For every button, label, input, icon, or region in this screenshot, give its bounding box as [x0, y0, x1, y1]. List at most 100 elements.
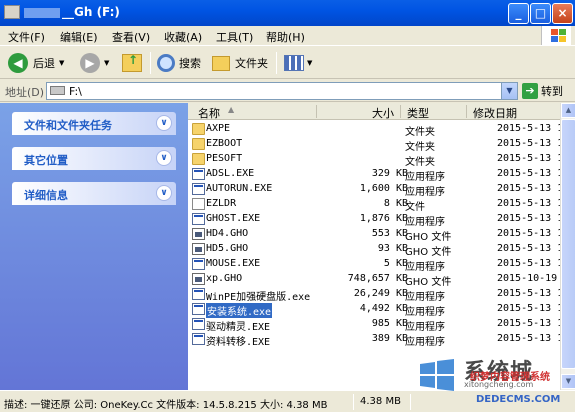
drive-icon: [4, 5, 20, 19]
file-row[interactable]: MOUSE.EXE5 KB应用程序2015-5-13 13:40: [188, 257, 575, 273]
chevron-down-icon: ▼: [104, 59, 110, 67]
gho-icon: [192, 273, 205, 285]
exe-icon: [192, 333, 205, 345]
file-name: 资料转移.EXE: [206, 337, 271, 348]
menu-file[interactable]: 文件(F): [8, 29, 45, 45]
file-row[interactable]: HD4.GHO553 KBGHO 文件2015-5-13 13:40: [188, 227, 575, 243]
file-type: 应用程序: [405, 337, 445, 348]
search-button[interactable]: 搜索: [157, 51, 201, 75]
toolbar-separator: [150, 52, 151, 74]
chevron-expand-icon[interactable]: ∨: [156, 115, 172, 131]
status-divider: [410, 394, 411, 410]
sort-arrow-icon: ▲: [228, 105, 235, 114]
close-button[interactable]: ×: [552, 3, 573, 24]
search-icon: [157, 54, 175, 72]
address-label: 地址(D): [5, 86, 45, 99]
go-button[interactable]: ➔ 转到: [522, 82, 563, 100]
menu-bar: 文件(F) 编辑(E) 查看(V) 收藏(A) 工具(T) 帮助(H): [0, 26, 575, 46]
file-size: 4,492 KB: [359, 303, 408, 314]
file-type: 应用程序: [405, 322, 445, 333]
vertical-scrollbar[interactable]: ▲ ▼: [560, 103, 575, 390]
column-divider[interactable]: [316, 105, 317, 118]
file-size: 8 KB: [383, 198, 408, 209]
minimize-button[interactable]: _: [508, 3, 529, 24]
file-row[interactable]: PESOFT文件夹2015-5-13 13:40: [188, 152, 575, 168]
file-type: 文件夹: [405, 127, 435, 138]
file-row[interactable]: GHOST.EXE1,876 KB应用程序2015-5-13 13:40: [188, 212, 575, 228]
file-row[interactable]: 安装系统.exe4,492 KB应用程序2015-5-13 13:40: [188, 302, 575, 318]
back-label: 后退: [33, 57, 55, 70]
column-divider[interactable]: [466, 105, 467, 118]
column-header: 名称 ▲ 大小 类型 修改日期: [188, 103, 560, 120]
column-type[interactable]: 类型: [407, 105, 429, 121]
folders-label: 文件夹: [235, 57, 268, 70]
file-list[interactable]: 名称 ▲ 大小 类型 修改日期 AXPE文件夹2015-5-13 13:40EZ…: [188, 103, 575, 390]
column-size[interactable]: 大小: [372, 105, 394, 121]
views-button[interactable]: ▼: [284, 51, 312, 75]
maximize-button[interactable]: □: [530, 3, 551, 24]
exe-icon: [192, 258, 205, 270]
file-row[interactable]: 资料转移.EXE389 KB应用程序2015-5-13 13:40: [188, 332, 575, 348]
address-bar: 地址(D) F:\ ▼ ➔ 转到: [0, 80, 575, 102]
file-size: 5 KB: [383, 258, 408, 269]
explorer-window: __Gh (F:) _ □ × 文件(F) 编辑(E) 查看(V) 收藏(A) …: [0, 0, 575, 412]
file-row[interactable]: EZBOOT文件夹2015-5-13 13:40: [188, 137, 575, 153]
gho-icon: [192, 243, 205, 255]
gho-icon: [192, 228, 205, 240]
windows-logo-icon: [541, 26, 571, 45]
file-icon: [192, 198, 205, 210]
go-label: 转到: [541, 85, 563, 98]
forward-button[interactable]: ▶ ▼: [80, 51, 109, 75]
column-name[interactable]: 名称: [198, 105, 220, 121]
task-details[interactable]: 详细信息 ∨: [12, 182, 176, 205]
window-title: __Gh (F:): [24, 5, 120, 19]
column-date[interactable]: 修改日期: [473, 105, 517, 121]
menu-favorites[interactable]: 收藏(A): [164, 29, 202, 45]
file-name: 安装系统.exe: [206, 303, 273, 318]
file-row[interactable]: HD5.GHO93 KBGHO 文件2015-5-13 13:40: [188, 242, 575, 258]
column-divider[interactable]: [400, 105, 401, 118]
file-size: 329 KB: [371, 168, 408, 179]
up-folder-button[interactable]: ↑: [122, 51, 142, 75]
scroll-up-button[interactable]: ▲: [561, 103, 575, 118]
chevron-down-icon: ▼: [59, 59, 65, 67]
file-row[interactable]: ADSL.EXE329 KB应用程序2015-5-13 13:40: [188, 167, 575, 183]
address-dropdown-button[interactable]: ▼: [501, 83, 517, 99]
file-size: 1,600 KB: [359, 183, 408, 194]
back-arrow-icon: ◀: [8, 53, 28, 73]
title-bar[interactable]: __Gh (F:) _ □ ×: [0, 0, 575, 26]
file-row[interactable]: 驱动精灵.EXE985 KB应用程序2015-5-13 13:40: [188, 317, 575, 333]
file-name: EZLDR: [206, 198, 237, 209]
file-row[interactable]: AXPE文件夹2015-5-13 13:40: [188, 122, 575, 138]
task-other-places[interactable]: 其它位置 ∨: [12, 147, 176, 170]
file-type: 文件夹: [405, 142, 435, 153]
file-size: 26,249 KB: [353, 288, 408, 299]
menu-view[interactable]: 查看(V): [112, 29, 150, 45]
task-file-folder[interactable]: 文件和文件夹任务 ∨: [12, 112, 176, 135]
file-type: 文件夹: [405, 157, 435, 168]
scroll-thumb[interactable]: [561, 119, 575, 369]
file-row[interactable]: WinPE加强硬盘版.exe26,249 KB应用程序2015-5-13 13:…: [188, 287, 575, 303]
menu-help[interactable]: 帮助(H): [266, 29, 305, 45]
file-type: 应用程序: [405, 172, 445, 183]
watermark-site: DEDECMS.COM: [476, 394, 561, 405]
file-row[interactable]: EZLDR8 KB文件2015-5-13 13:40: [188, 197, 575, 213]
task-label: 详细信息: [24, 189, 68, 202]
status-description: 描述: 一键还原 公司: OneKey.Cc 文件版本: 14.5.8.215 …: [4, 400, 328, 411]
chevron-expand-icon[interactable]: ∨: [156, 185, 172, 201]
file-size: 389 KB: [371, 333, 408, 344]
menu-edit[interactable]: 编辑(E): [60, 29, 98, 45]
file-type: 应用程序: [405, 307, 445, 318]
menu-tools[interactable]: 工具(T): [216, 29, 253, 45]
back-button[interactable]: ◀ 后退 ▼: [8, 51, 64, 75]
folders-button[interactable]: 文件夹: [212, 51, 268, 75]
file-row[interactable]: xp.GHO748,657 KBGHO 文件2015-10-19 21:42: [188, 272, 575, 288]
folder-icon: [192, 138, 205, 150]
chevron-expand-icon[interactable]: ∨: [156, 150, 172, 166]
file-row[interactable]: AUTORUN.EXE1,600 KB应用程序2015-5-13 13:40: [188, 182, 575, 198]
address-input[interactable]: F:\ ▼: [46, 82, 518, 100]
task-label: 文件和文件夹任务: [24, 119, 112, 132]
file-type: 文件: [405, 202, 425, 213]
toolbar-separator: [276, 52, 277, 74]
file-name: MOUSE.EXE: [206, 258, 261, 269]
